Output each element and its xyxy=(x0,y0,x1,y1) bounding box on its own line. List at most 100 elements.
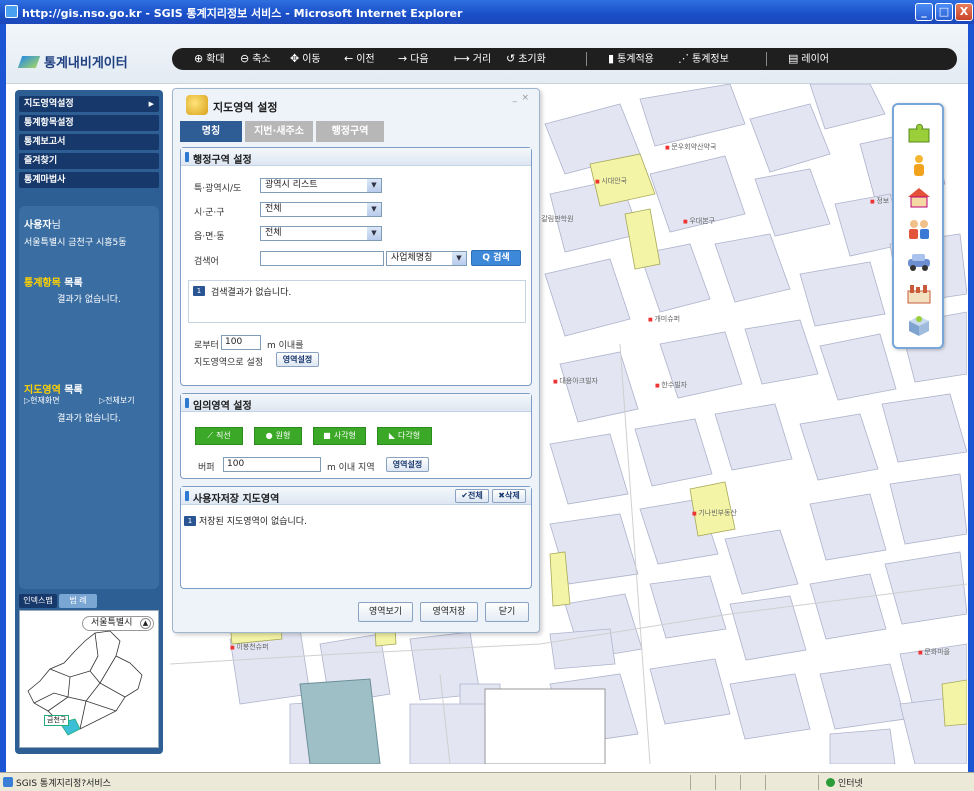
line-icon: ⟋ xyxy=(207,431,213,440)
bar-chart-icon: ▮ xyxy=(608,52,615,65)
set-area-text: 지도영역으로 설정 xyxy=(194,358,264,368)
car-icon[interactable] xyxy=(906,249,932,273)
map-label[interactable]: 이봉천슈퍼 xyxy=(230,642,268,652)
tab-name[interactable]: 명칭 xyxy=(180,121,242,142)
line-button[interactable]: ⟋ 직선 xyxy=(195,427,243,445)
forward-label: 다음 xyxy=(410,54,429,65)
menu-stat-item-setting[interactable]: 통계항목설정 xyxy=(19,115,159,131)
line-chart-icon: ⋰ xyxy=(678,52,689,65)
eup-select[interactable]: 전체 ▼ xyxy=(260,226,382,241)
move-label: 이동 xyxy=(302,54,321,65)
current-view-link[interactable]: ▷현재화면 xyxy=(24,395,60,406)
move-button[interactable]: ✥ 이동 xyxy=(290,52,321,66)
puzzle-icon[interactable] xyxy=(906,121,932,145)
tab-admin-district[interactable]: 행정구역 xyxy=(316,121,384,142)
map-label[interactable]: 우대본구 xyxy=(683,216,715,226)
search-result-message: 검색결과가 없습니다. xyxy=(211,288,292,298)
circle-button[interactable]: ● 원형 xyxy=(254,427,302,445)
reset-button[interactable]: ↺ 초기화 xyxy=(506,52,546,66)
menu-label: 통계보고서 xyxy=(24,137,66,147)
logo[interactable]: 통계내비게이터 xyxy=(17,52,128,71)
close-dialog-button[interactable]: 닫기 xyxy=(485,602,529,622)
status-text: SGIS 통계지리정?서비스 xyxy=(16,779,111,789)
box-icon[interactable] xyxy=(906,313,932,337)
distance-button[interactable]: ⟼ 거리 xyxy=(454,52,491,66)
dialog-minimize-button[interactable]: _ xyxy=(513,93,518,103)
stat-category-bar xyxy=(892,103,944,349)
panel-title: 임의영역 설정 xyxy=(185,397,252,412)
reset-icon: ↺ xyxy=(506,52,516,65)
factory-icon[interactable] xyxy=(906,281,932,305)
buffer-input[interactable]: 100 xyxy=(223,457,321,472)
map-label[interactable]: 대용아크빌자 xyxy=(553,376,598,386)
zoom-out-button[interactable]: ⊖ 축소 xyxy=(240,52,271,66)
minimize-button[interactable]: _ xyxy=(915,3,933,21)
map-label[interactable]: 개미슈퍼 xyxy=(648,314,680,324)
eup-label: 읍·면·동 xyxy=(194,232,225,242)
forward-button[interactable]: → 다음 xyxy=(398,52,429,66)
menu-favorites[interactable]: 즐겨찾기 xyxy=(19,153,159,169)
window-title: http://gis.nso.go.kr - SGIS 통계지리정보 서비스 -… xyxy=(22,7,463,20)
apply-stats-label: 통계적용 xyxy=(617,54,654,65)
user-box: 사용자님 서울특별시 금천구 시흥5동 통계항목 목록 결과가 없습니다. 지도… xyxy=(19,206,159,589)
map-label[interactable]: 시대안국 xyxy=(595,176,627,186)
menu-map-area-setting[interactable]: 지도영역설정 ▶ xyxy=(19,96,159,112)
house-icon[interactable] xyxy=(906,185,932,209)
rectangle-button[interactable]: ■ 사각형 xyxy=(313,427,366,445)
status-bar: SGIS 통계지리정?서비스 인터넷 xyxy=(0,772,974,791)
person-icon[interactable] xyxy=(906,153,932,177)
stats-info-button[interactable]: ⋰ 통계정보 xyxy=(678,52,729,66)
page-icon xyxy=(3,777,13,787)
map-label[interactable]: 한수빌자 xyxy=(655,380,687,390)
dialog-close-icon[interactable]: × xyxy=(521,93,529,103)
custom-set-area-button[interactable]: 영역설정 xyxy=(386,457,429,472)
menu-stat-wizard[interactable]: 통계마법사 xyxy=(19,172,159,188)
zoom-out-label: 축소 xyxy=(252,54,271,65)
radius-suffix: m 이내를 xyxy=(267,341,304,351)
index-map[interactable]: 서울특별시 ▲ 금천구 xyxy=(19,610,159,748)
delete-button[interactable]: ✖삭제 xyxy=(492,489,526,503)
tab-index-map[interactable]: 인덱스맵 xyxy=(19,594,57,608)
search-button[interactable]: Q 검색 xyxy=(471,250,521,266)
map-label[interactable]: 갈림판학원 xyxy=(535,214,573,224)
stats-info-label: 통계정보 xyxy=(692,54,729,65)
logo-text: 통계내비게이터 xyxy=(44,56,128,71)
tab-legend[interactable]: 범 례 xyxy=(59,594,97,608)
save-area-button[interactable]: 영역저장 xyxy=(420,602,478,622)
set-area-button[interactable]: 영역설정 xyxy=(276,352,319,367)
radius-prefix: 로부터 xyxy=(194,341,219,351)
zoom-in-button[interactable]: ⊕ 확대 xyxy=(194,52,225,66)
map-label[interactable]: 정보 xyxy=(870,196,889,206)
close-window-button[interactable]: X xyxy=(955,3,973,21)
menu-stat-report[interactable]: 통계보고서 xyxy=(19,134,159,150)
sigungu-select[interactable]: 전체 ▼ xyxy=(260,202,382,217)
select-all-button[interactable]: ✔전체 xyxy=(455,489,489,503)
map-label[interactable]: 문화마을 xyxy=(918,647,950,657)
family-icon[interactable] xyxy=(906,217,932,241)
radius-input[interactable]: 100 xyxy=(221,335,261,350)
back-button[interactable]: ← 이전 xyxy=(344,52,375,66)
maximize-button[interactable]: □ xyxy=(935,3,953,21)
map-area-setting-dialog: 지도영역 설정 _ × 명칭 지번·새주소 행정구역 행정구역 설정 특·광역시… xyxy=(172,88,540,633)
view-all-link[interactable]: ▷전체보기 xyxy=(99,395,135,406)
tab-address[interactable]: 지번·새주소 xyxy=(245,121,313,142)
layer-button[interactable]: ▤ 레이어 xyxy=(788,52,829,66)
sigungu-label: 시·군·구 xyxy=(194,208,225,218)
saved-area-message: 저장된 지도영역이 없습니다. xyxy=(199,517,307,527)
map-setting-icon xyxy=(186,95,208,115)
app-header: 통계내비게이터 ⊕ 확대 ⊖ 축소 ✥ 이동 ← 이전 → 다음 ⟼ 거리 ↺ 초기화 ▮ 통계… xyxy=(6,24,968,84)
map-label[interactable]: 기나빈부동산 xyxy=(692,508,737,518)
user-address: 서울특별시 금천구 시흥5동 xyxy=(24,238,127,248)
apply-stats-button[interactable]: ▮ 통계적용 xyxy=(608,52,654,66)
search-input[interactable] xyxy=(260,251,384,266)
panel-header: 사용자저장 지도영역 ✔전체 ✖삭제 xyxy=(181,487,531,505)
sigungu-value: 전체 xyxy=(265,204,282,214)
view-area-button[interactable]: 영역보기 xyxy=(358,602,413,622)
sido-label: 특·광역시/도 xyxy=(194,184,242,194)
map-label[interactable]: 문우회약산약국 xyxy=(665,142,716,152)
sido-select[interactable]: 광역시 리스트 ▼ xyxy=(260,178,382,193)
search-type-select[interactable]: 사업체명칭 ▼ xyxy=(386,251,467,266)
back-label: 이전 xyxy=(356,54,375,65)
menu-label: 통계항목설정 xyxy=(24,118,74,128)
polygon-button[interactable]: ◣ 다각형 xyxy=(377,427,432,445)
